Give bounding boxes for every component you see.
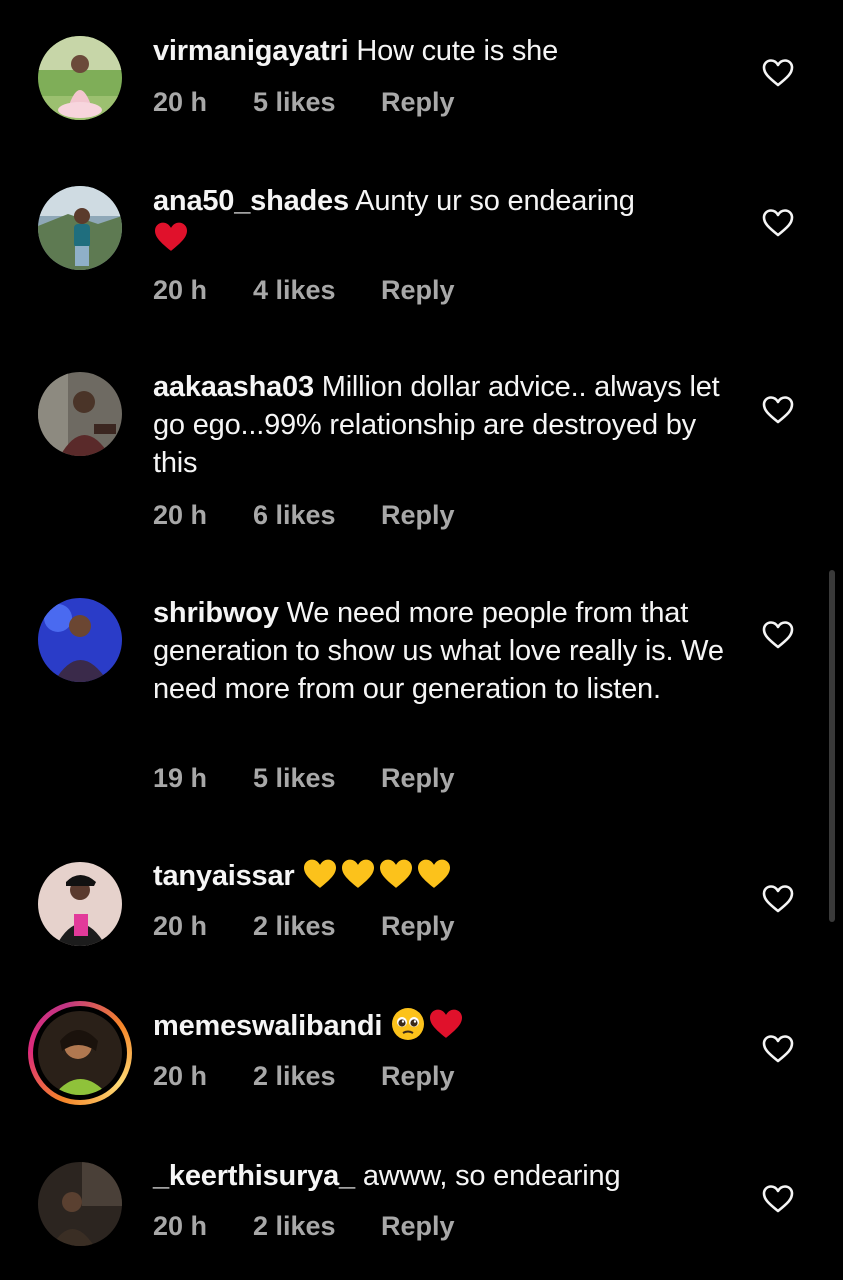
comment-likes[interactable]: 5 likes [253,84,336,120]
comment-body: shribwoy We need more people from that g… [153,594,743,708]
comment-text: How cute is she [356,35,559,67]
comment-text: Aunty ur so endearing [355,185,635,217]
yellow-heart-emoji [304,859,337,889]
comment-likes[interactable]: 5 likes [253,760,336,796]
reply-button[interactable]: Reply [381,84,455,120]
comment-time: 20 h [153,87,208,117]
avatar[interactable] [38,186,122,270]
comment-username[interactable]: memeswalibandi [153,1010,382,1042]
heart-outline-icon[interactable] [762,884,794,914]
heart-outline-icon[interactable] [762,395,794,425]
comment-body: memeswalibandi [153,1007,743,1045]
comment-time: 20 h [153,1211,208,1241]
heart-outline-icon[interactable] [762,58,794,88]
avatar[interactable] [38,598,122,682]
comment-username[interactable]: _keerthisurya_ [153,1160,355,1192]
comment-username[interactable]: virmanigayatri [153,35,349,67]
comment-likes[interactable]: 2 likes [253,1058,336,1094]
reply-button[interactable]: Reply [381,497,455,533]
avatar[interactable] [38,1162,122,1246]
red-heart-emoji [430,1009,463,1039]
comment-likes[interactable]: 2 likes [253,908,336,944]
pleading-face-emoji [392,1008,425,1041]
comment-body: virmanigayatri How cute is she [153,32,743,70]
comment-time: 20 h [153,1061,208,1091]
comment-username[interactable]: aakaasha03 [153,371,314,403]
yellow-heart-emoji [380,859,413,889]
avatar[interactable] [38,1011,122,1095]
comment-text: awww, so endearing [362,1160,621,1192]
comment-time: 20 h [153,275,208,305]
comment-time: 20 h [153,500,208,530]
comment-username[interactable]: shribwoy [153,597,279,629]
avatar[interactable] [38,36,122,120]
comment-username[interactable]: tanyaissar [153,860,295,892]
comment-likes[interactable]: 6 likes [253,497,336,533]
scrollbar[interactable] [829,570,835,922]
comment-time: 20 h [153,911,208,941]
avatar[interactable] [38,372,122,456]
yellow-heart-emoji [418,859,451,889]
comment-body: ana50_shades Aunty ur so endearing [153,182,743,258]
comment-likes[interactable]: 4 likes [253,272,336,308]
yellow-heart-emoji [342,859,375,889]
heart-outline-icon[interactable] [762,620,794,650]
comment-username[interactable]: ana50_shades [153,185,349,217]
comment-body: aakaasha03 Million dollar advice.. alway… [153,368,743,482]
story-ring[interactable] [28,1001,132,1105]
avatar[interactable] [38,862,122,946]
reply-button[interactable]: Reply [381,1058,455,1094]
heart-outline-icon[interactable] [762,208,794,238]
reply-button[interactable]: Reply [381,272,455,308]
comment-body: tanyaissar [153,857,743,895]
reply-button[interactable]: Reply [381,1208,455,1244]
heart-outline-icon[interactable] [762,1184,794,1214]
heart-outline-icon[interactable] [762,1034,794,1064]
reply-button[interactable]: Reply [381,760,455,796]
reply-button[interactable]: Reply [381,908,455,944]
comment-time: 19 h [153,763,208,793]
red-heart-emoji [155,222,187,252]
comment-likes[interactable]: 2 likes [253,1208,336,1244]
comment-body: _keerthisurya_ awww, so endearing [153,1157,743,1195]
